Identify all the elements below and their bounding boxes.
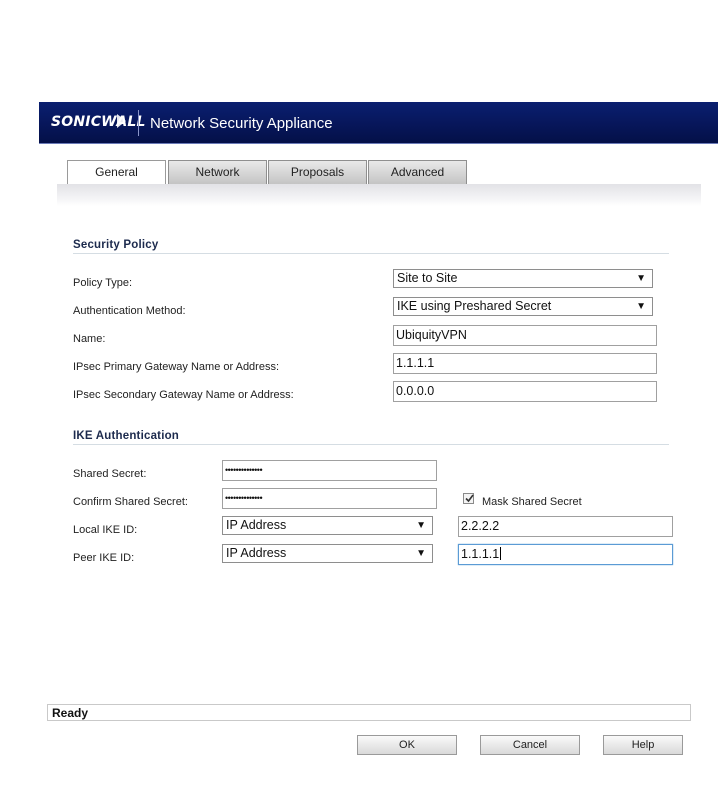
local-ike-id-type-select[interactable]: IP Address ▼ — [222, 516, 433, 535]
status-bar: Ready — [47, 704, 691, 721]
tab-proposals[interactable]: Proposals — [268, 160, 367, 184]
header-divider — [138, 110, 139, 136]
peer-ike-id-type-select[interactable]: IP Address ▼ — [222, 544, 433, 563]
chevron-down-icon: ▼ — [636, 273, 646, 284]
security-policy-heading: Security Policy — [73, 239, 159, 251]
policy-type-label: Policy Type: — [73, 277, 133, 289]
primary-gateway-input[interactable]: 1.1.1.1 — [393, 353, 657, 374]
local-ike-id-label: Local IKE ID: — [73, 524, 138, 536]
local-ike-id-type-value: IP Address — [226, 518, 287, 532]
tab-network[interactable]: Network — [168, 160, 267, 184]
vpn-policy-dialog: SONICWALL Network Security Appliance Gen… — [0, 0, 718, 791]
tab-advanced[interactable]: Advanced — [368, 160, 467, 184]
help-button[interactable]: Help — [603, 735, 683, 755]
text-caret — [500, 547, 502, 560]
confirm-secret-input[interactable]: •••••••••••••• — [222, 488, 437, 509]
shared-secret-input[interactable]: •••••••••••••• — [222, 460, 437, 481]
chevron-down-icon: ▼ — [416, 548, 426, 559]
chevron-down-icon: ▼ — [636, 301, 646, 312]
policy-type-select[interactable]: Site to Site ▼ — [393, 269, 653, 288]
section-divider — [73, 253, 669, 254]
local-ike-id-input[interactable]: 2.2.2.2 — [458, 516, 673, 537]
sonicwall-logo: SONICWALL — [51, 114, 146, 130]
status-text: Ready — [52, 706, 89, 720]
mask-secret-label: Mask Shared Secret — [482, 496, 582, 508]
name-label: Name: — [73, 333, 106, 345]
tab-general[interactable]: General — [67, 160, 166, 185]
auth-method-value: IKE using Preshared Secret — [397, 299, 552, 313]
confirm-secret-label: Confirm Shared Secret: — [73, 496, 188, 508]
mask-secret-checkbox[interactable] — [463, 493, 474, 504]
checkmark-icon — [465, 494, 474, 503]
chevron-down-icon: ▼ — [416, 520, 426, 531]
primary-gateway-label: IPsec Primary Gateway Name or Address: — [73, 361, 280, 373]
auth-method-select[interactable]: IKE using Preshared Secret ▼ — [393, 297, 653, 316]
header-title: Network Security Appliance — [150, 115, 333, 132]
peer-ike-id-value: 1.1.1.1 — [461, 547, 500, 561]
sonicwall-logo-icon — [117, 114, 126, 128]
ok-button[interactable]: OK — [357, 735, 457, 755]
cancel-button[interactable]: Cancel — [480, 735, 580, 755]
tab-content-header — [57, 184, 701, 206]
ike-authentication-heading: IKE Authentication — [73, 430, 180, 442]
secondary-gateway-label: IPsec Secondary Gateway Name or Address: — [73, 389, 294, 401]
header-banner: SONICWALL Network Security Appliance — [39, 102, 718, 144]
name-input[interactable]: UbiquityVPN — [393, 325, 657, 346]
auth-method-label: Authentication Method: — [73, 305, 186, 317]
section-divider — [73, 444, 669, 445]
peer-ike-id-type-value: IP Address — [226, 546, 287, 560]
policy-type-value: Site to Site — [397, 271, 458, 285]
shared-secret-label: Shared Secret: — [73, 468, 147, 480]
peer-ike-id-input[interactable]: 1.1.1.1 — [458, 544, 673, 565]
peer-ike-id-label: Peer IKE ID: — [73, 552, 135, 564]
secondary-gateway-input[interactable]: 0.0.0.0 — [393, 381, 657, 402]
